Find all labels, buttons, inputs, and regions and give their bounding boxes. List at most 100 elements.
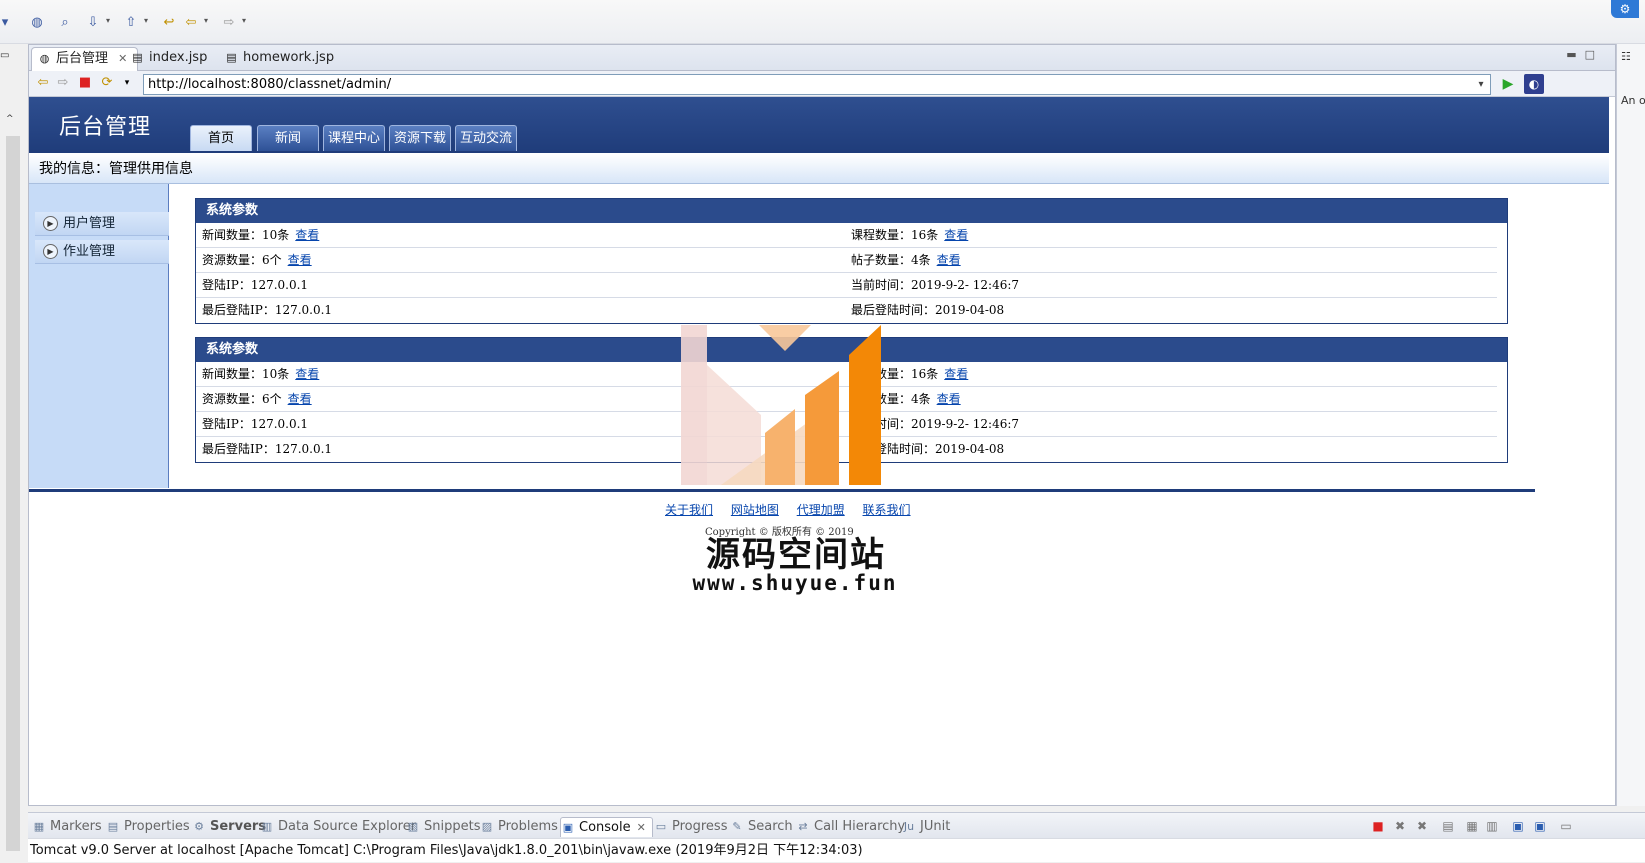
view-link[interactable]: 查看 (295, 367, 319, 381)
back-icon[interactable]: ⇦ (182, 15, 200, 31)
close-icon[interactable]: ✕ (637, 821, 646, 834)
editor-tab-homework[interactable]: ▤ homework.jsp (219, 47, 344, 71)
minimize-maximize-icons[interactable]: ▬□ (1566, 48, 1603, 61)
next-annotation-icon[interactable]: ⇩ (84, 15, 102, 31)
news-count: 新闻数量：10条 (202, 228, 290, 242)
browser-globe-icon: ◍ (39, 52, 50, 65)
search-run-icon[interactable]: ⌕ (56, 15, 74, 31)
watermark-text: 源码空间站 (706, 535, 886, 575)
view-link[interactable]: 查看 (288, 392, 312, 406)
back-arrow-icon[interactable]: ⇦ (35, 75, 51, 91)
side-item-user-management[interactable]: ▶ 用户管理 (35, 212, 169, 236)
resource-count: 资源数量：6个 (202, 253, 282, 267)
properties-icon: ▤ (107, 820, 119, 833)
system-params-panel: 系统参数 新闻数量：10条 查看 课程数量：16条 查看 资源数量：6个 查看 帖子数… (195, 198, 1508, 324)
remove-all-terminated-icon[interactable]: ✖ (1414, 818, 1430, 834)
stop-icon[interactable]: ■ (77, 75, 93, 91)
side-item-label: 用户管理 (63, 216, 116, 231)
last-edit-icon[interactable]: ↩ (160, 15, 178, 31)
tab-problems[interactable]: ▨ Problems (480, 817, 558, 837)
tab-snippets[interactable]: ▧ Snippets (406, 817, 481, 837)
clear-console-icon[interactable]: ▤ (1440, 818, 1456, 834)
last-login-ip: 最后登陆IP：127.0.0.1 (202, 303, 333, 317)
post-count: 帖子数量：4条 (851, 253, 931, 267)
editor-tab-index[interactable]: ▤ index.jsp (125, 47, 217, 71)
globe-icon[interactable]: ◍ (28, 15, 46, 31)
news-count: 新闻数量：10条 (202, 367, 290, 381)
outline-icon[interactable]: ☷ (1621, 50, 1631, 63)
resource-count: 资源数量：6个 (202, 392, 282, 406)
tab-call-hierarchy[interactable]: ⇄ Call Hierarchy (796, 817, 905, 837)
minimized-view-icon[interactable]: ▭ (0, 50, 9, 61)
tab-search[interactable]: ✎ Search (730, 817, 792, 837)
previous-annotation-dropdown[interactable]: ▾ (144, 16, 152, 25)
tab-junit[interactable]: Ju JUnit (902, 817, 950, 837)
view-link[interactable]: 查看 (944, 228, 968, 242)
login-ip: 登陆IP：127.0.0.1 (202, 278, 309, 292)
nav-tab-courses[interactable]: 课程中心 (323, 125, 385, 151)
outline-message: An o (1621, 94, 1645, 107)
view-link[interactable]: 查看 (937, 253, 961, 267)
tab-markers[interactable]: ▦ Markers (32, 817, 102, 837)
display-console-icon[interactable]: ▭ (1558, 818, 1574, 834)
forward-arrow-icon[interactable]: ⇨ (55, 75, 71, 91)
forward-icon[interactable]: ⇨ (220, 15, 238, 31)
browser-toolbar: ⇦ ⇨ ■ ⟳ ▾ ▾ ▶ ◐ (29, 71, 1615, 97)
back-dropdown[interactable]: ▾ (204, 16, 212, 25)
junit-icon: Ju (903, 820, 915, 833)
snippets-icon: ▧ (407, 820, 419, 833)
tab-data-source-explorer[interactable]: ▥ Data Source Explorer (260, 817, 416, 837)
eclipse-web-browser-icon[interactable]: ◐ (1524, 74, 1544, 94)
course-count: 课程数量：16条 (851, 228, 939, 242)
tab-console[interactable]: ▣ Console ✕ (560, 817, 653, 837)
login-ip: 登陆IP：127.0.0.1 (202, 417, 309, 431)
url-dropdown-icon[interactable]: ▾ (1473, 76, 1489, 93)
side-item-label: 作业管理 (63, 244, 116, 259)
progress-icon: ▭ (655, 820, 667, 833)
markers-icon: ▦ (33, 820, 45, 833)
circle-arrow-icon: ▶ (43, 216, 58, 231)
outline-panel: ☷ An o (1616, 44, 1645, 806)
table-row: 登陆IP：127.0.0.1 当前时间：2019-9-2- 12:46:7 (196, 273, 1497, 298)
editor-tab-admin[interactable]: ◍ 后台管理 ✕ (31, 47, 139, 71)
tab-properties[interactable]: ▤ Properties (106, 817, 190, 837)
view-link[interactable]: 查看 (944, 367, 968, 381)
site-header: 后台管理 首页 新闻 课程中心 资源下载 互动交流 (29, 97, 1609, 153)
scroll-lock-icon[interactable]: ▦ (1464, 818, 1480, 834)
main-toolbar: ▾ ◍ ⌕ ⇩ ▾ ⇧ ▾ ↩ ⇦ ▾ ⇨ ▾ ⚙ (0, 0, 1645, 44)
editor-tab-label: index.jsp (149, 50, 208, 65)
tab-servers[interactable]: ⚙ Servers (192, 817, 266, 837)
nav-tab-downloads[interactable]: 资源下载 (389, 125, 451, 151)
terminate-icon[interactable]: ■ (1370, 818, 1386, 834)
show-console-stderr-icon[interactable]: ▣ (1532, 818, 1548, 834)
nav-tab-news[interactable]: 新闻 (257, 125, 319, 151)
view-link[interactable]: 查看 (937, 392, 961, 406)
side-item-homework-management[interactable]: ▶ 作业管理 (35, 240, 169, 264)
bottom-view-tabs: ▦ Markers ▤ Properties ⚙ Servers ▥ Data Sour… (28, 812, 1645, 838)
go-button[interactable]: ▶ (1499, 75, 1517, 93)
next-annotation-dropdown[interactable]: ▾ (106, 16, 114, 25)
watermark-logo-icon (681, 325, 881, 485)
view-link[interactable]: 查看 (295, 228, 319, 242)
view-link[interactable]: 查看 (288, 253, 312, 267)
history-dropdown-icon[interactable]: ▾ (119, 75, 135, 91)
previous-annotation-icon[interactable]: ⇧ (122, 15, 140, 31)
perspective-icon[interactable]: ⚙ (1611, 0, 1639, 18)
current-time: 当前时间：2019-9-2- 12:46:7 (851, 278, 1020, 292)
url-input[interactable] (143, 74, 1491, 95)
remove-launch-icon[interactable]: ✖ (1392, 818, 1408, 834)
collapse-icon[interactable]: ^ (6, 114, 14, 124)
tab-progress[interactable]: ▭ Progress (654, 817, 728, 837)
watermark-url: www.shuyue.fun (692, 571, 898, 595)
circle-arrow-icon: ▶ (43, 244, 58, 259)
forward-dropdown[interactable]: ▾ (242, 16, 250, 25)
show-console-stdout-icon[interactable]: ▣ (1510, 818, 1526, 834)
word-wrap-icon[interactable]: ▥ (1484, 818, 1500, 834)
refresh-icon[interactable]: ⟳ (99, 75, 115, 91)
toolbar-overflow-icon[interactable]: ▾ (0, 15, 14, 31)
servers-icon: ⚙ (194, 820, 204, 833)
watermark: 源码空间站 www.shuyue.fun (681, 325, 931, 625)
nav-tab-forum[interactable]: 互动交流 (455, 125, 517, 151)
search-icon: ✎ (732, 820, 742, 833)
nav-tab-home[interactable]: 首页 (190, 125, 252, 151)
